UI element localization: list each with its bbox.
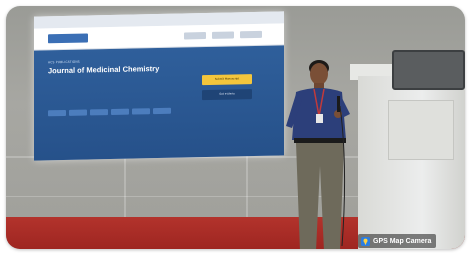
metric-tag: [153, 107, 171, 115]
e-alerts-button: Get e-Alerts: [202, 89, 252, 101]
watermark-label: GPS Map Camera: [373, 237, 432, 245]
wall-panel-line: [124, 156, 126, 226]
journal-description: [48, 78, 158, 80]
journal-hero: ACS PUBLICATIONS Journal of Medicinal Ch…: [34, 45, 284, 161]
submit-manuscript-button: Submit Manuscript: [202, 74, 252, 86]
nav-item: [212, 31, 234, 39]
journal-title: Journal of Medicinal Chemistry: [48, 63, 160, 76]
projected-webpage: ACS PUBLICATIONS Journal of Medicinal Ch…: [34, 11, 284, 161]
mic-cable: [339, 106, 346, 246]
metric-tag: [48, 109, 66, 117]
gps-camera-watermark: GPS Map Camera: [358, 234, 437, 248]
podium-panel: [388, 100, 454, 160]
nav-item: [240, 30, 262, 39]
publisher-label: ACS PUBLICATIONS: [48, 59, 80, 65]
publisher-logo: [48, 33, 88, 44]
photo: ACS PUBLICATIONS Journal of Medicinal Ch…: [6, 6, 465, 249]
metric-tag: [69, 109, 87, 116]
metric-tag: [90, 109, 108, 116]
wall-panel-line: [246, 156, 248, 226]
podium-monitor: [392, 50, 465, 90]
map-pin-icon: [361, 236, 370, 246]
nav-item: [184, 32, 206, 40]
metric-tag: [132, 108, 150, 115]
metric-tag: [111, 108, 129, 116]
